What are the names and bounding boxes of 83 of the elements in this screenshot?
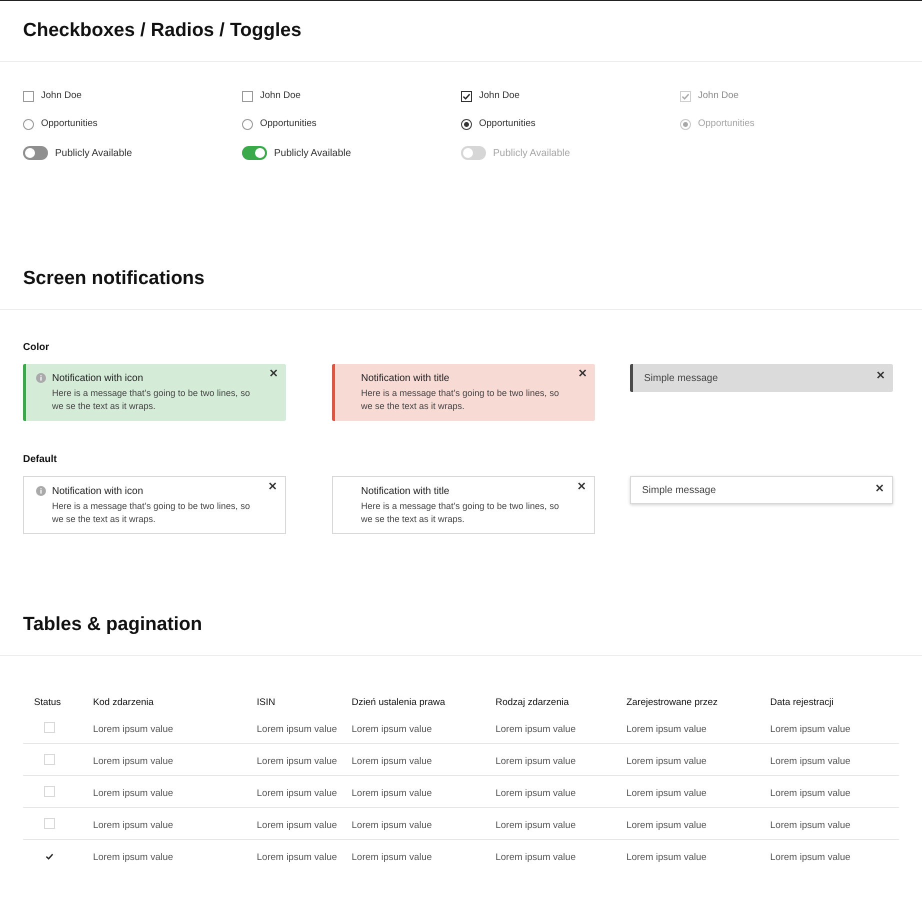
column-header: ISIN <box>256 697 276 708</box>
toggle-label: Publicly Available <box>55 146 132 160</box>
notification-title: Notification with title <box>361 485 450 498</box>
toggle-label: Publicly Available <box>274 146 352 160</box>
notification-title: Notification with icon <box>52 372 144 385</box>
column-header: Zarejestrowane przez <box>626 697 718 708</box>
table-cell: Lorem ipsum value <box>352 756 432 766</box>
table-cell: Lorem ipsum value <box>495 724 576 734</box>
table-cell: Lorem ipsum value <box>770 756 850 766</box>
table-cell: Lorem ipsum value <box>770 820 850 830</box>
group-label: Color <box>23 341 50 355</box>
checkbox[interactable] <box>461 90 472 102</box>
table-cell: Lorem ipsum value <box>352 820 432 830</box>
table-cell: Lorem ipsum value <box>626 852 707 863</box>
table-cell: Lorem ipsum value <box>495 852 576 863</box>
table-cell: Lorem ipsum value <box>626 820 707 830</box>
info-icon <box>36 373 46 383</box>
table-cell: Lorem ipsum value <box>256 788 338 798</box>
table-cell: Lorem ipsum value <box>495 820 576 830</box>
table-cell: Lorem ipsum value <box>352 852 432 863</box>
column-header: Kod zdarzenia <box>92 697 154 708</box>
table-cell: Lorem ipsum value <box>352 788 432 798</box>
checkbox[interactable] <box>242 90 253 102</box>
checkbox-label: John Doe <box>698 88 739 103</box>
column-header: Status <box>34 697 61 708</box>
radio-label: Opportunities <box>479 116 536 131</box>
table-cell: Lorem ipsum value <box>626 724 707 734</box>
table-cell: Lorem ipsum value <box>256 724 338 734</box>
row-checkbox[interactable] <box>44 818 56 829</box>
table-cell: Lorem ipsum value <box>495 756 576 766</box>
column-header: Data rejestracji <box>770 697 834 708</box>
close-button[interactable]: ✕ <box>269 369 278 380</box>
table-cell: Lorem ipsum value <box>770 724 850 734</box>
table-cell: Lorem ipsum value <box>495 788 576 798</box>
radio-button[interactable] <box>23 118 34 130</box>
section-title: Checkboxes / Radios / Toggles <box>23 19 302 43</box>
checkbox-label: John Doe <box>41 88 82 103</box>
toggle-switch[interactable] <box>23 146 48 160</box>
close-button[interactable]: ✕ <box>876 371 885 382</box>
radio-label: Opportunities <box>260 116 317 131</box>
table-cell: Lorem ipsum value <box>770 788 850 798</box>
close-button[interactable]: ✕ <box>577 482 586 493</box>
notification-message: Here is a message that’s going to be two lines, so we se the text as it wraps. <box>361 500 560 526</box>
radio-label: Opportunities <box>698 116 755 131</box>
table-cell: Lorem ipsum value <box>626 788 707 798</box>
table-cell: Lorem ipsum value <box>770 852 850 863</box>
notification-message: Simple message <box>644 372 718 386</box>
info-icon <box>36 486 46 496</box>
table-cell: Lorem ipsum value <box>92 820 174 830</box>
close-button[interactable]: ✕ <box>875 484 884 495</box>
toggle-label: Publicly Available <box>493 146 570 160</box>
column-header: Rodzaj zdarzenia <box>495 697 569 708</box>
toggle-switch[interactable] <box>242 146 267 160</box>
notification-message: Here is a message that’s going to be two lines, so we se the text as it wraps. <box>52 387 251 413</box>
table-cell: Lorem ipsum value <box>352 724 432 734</box>
table-cell: Lorem ipsum value <box>92 756 174 766</box>
table-cell: Lorem ipsum value <box>256 852 338 863</box>
section-title: Tables & pagination <box>23 613 202 637</box>
section-title: Screen notifications <box>23 267 205 291</box>
checkbox-label: John Doe <box>479 88 520 103</box>
checkbox-label: John Doe <box>260 88 301 103</box>
notification-message: Here is a message that’s going to be two lines, so we se the text as it wraps. <box>52 500 251 526</box>
notification-title: Notification with title <box>361 372 450 385</box>
column-header: Dzień ustalenia prawa <box>352 697 446 708</box>
table-cell: Lorem ipsum value <box>92 852 174 863</box>
notification-title: Notification with icon <box>52 485 144 498</box>
close-button[interactable]: ✕ <box>578 369 587 380</box>
radio-label: Opportunities <box>41 116 98 131</box>
table-cell: Lorem ipsum value <box>626 756 707 766</box>
row-checkbox[interactable] <box>44 754 56 765</box>
group-label: Default <box>23 453 58 467</box>
table-cell: Lorem ipsum value <box>256 756 338 766</box>
close-button[interactable]: ✕ <box>268 482 277 493</box>
row-checkbox[interactable] <box>44 786 56 797</box>
checkbox[interactable] <box>23 90 34 102</box>
radio-button[interactable] <box>242 118 253 130</box>
notification-message: Simple message <box>642 484 716 498</box>
notification-message: Here is a message that’s going to be two lines, so we se the text as it wraps. <box>361 387 560 413</box>
radio-button[interactable] <box>461 118 472 130</box>
table-cell: Lorem ipsum value <box>92 788 174 798</box>
row-checkbox[interactable] <box>44 722 56 733</box>
table-cell: Lorem ipsum value <box>92 724 174 734</box>
table-cell: Lorem ipsum value <box>256 820 338 830</box>
